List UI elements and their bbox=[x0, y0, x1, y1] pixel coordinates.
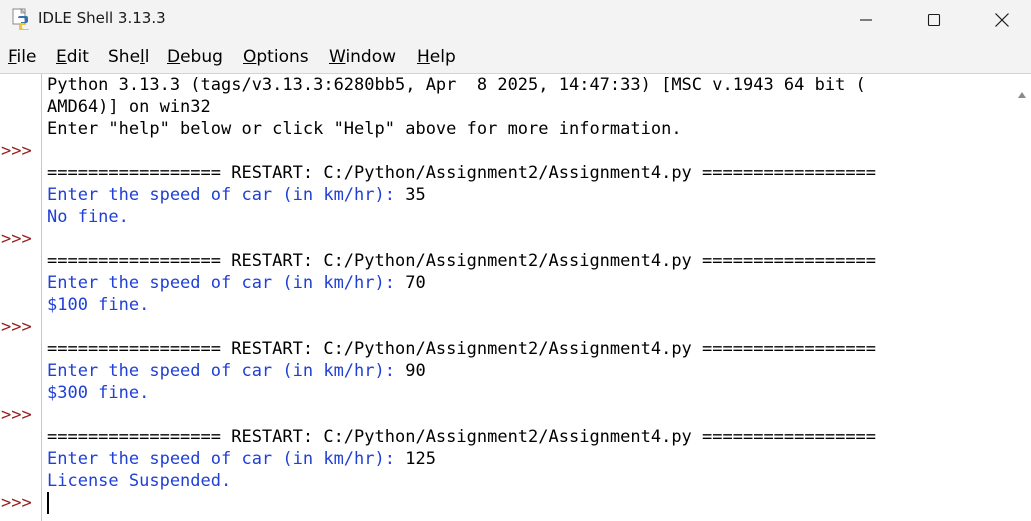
menu-shell[interactable]: Shell bbox=[108, 47, 150, 67]
restart-line: ================= RESTART: C:/Python/Ass… bbox=[47, 251, 877, 271]
close-button[interactable] bbox=[967, 0, 1031, 40]
title-bar[interactable]: IDLE Shell 3.13.3 bbox=[0, 0, 1031, 40]
shell-prompt: >>> bbox=[1, 141, 32, 161]
shell-text-area[interactable]: Python 3.13.3 (tags/v3.13.3:6280bb5, Apr… bbox=[47, 74, 1011, 521]
banner-line: Enter "help" below or click "Help" above… bbox=[47, 119, 682, 139]
shell-prompt: >>> bbox=[1, 317, 32, 337]
output-line: $300 fine. bbox=[47, 383, 150, 403]
menu-debug[interactable]: Debug bbox=[167, 47, 223, 67]
prompt-gutter: >>> >>> >>> >>> >>> bbox=[0, 74, 42, 521]
menu-window[interactable]: Window bbox=[329, 47, 396, 67]
idle-shell-window: IDLE Shell 3.13.3 File Edit Shell Debug … bbox=[0, 0, 1031, 521]
input-prompt-line: Enter the speed of car (in km/hr): 70 bbox=[47, 273, 426, 293]
input-prompt-line: Enter the speed of car (in km/hr): 125 bbox=[47, 449, 436, 469]
shell-prompt: >>> bbox=[1, 405, 32, 425]
banner-line: AMD64)] on win32 bbox=[47, 97, 211, 117]
shell-content[interactable]: >>> >>> >>> >>> >>> Python 3.13.3 (tags/… bbox=[0, 74, 1031, 521]
user-input: 125 bbox=[405, 449, 436, 469]
input-prompt-line: Enter the speed of car (in km/hr): 90 bbox=[47, 361, 426, 381]
minimize-icon bbox=[859, 13, 873, 27]
menu-file[interactable]: File bbox=[8, 47, 36, 67]
output-line: License Suspended. bbox=[47, 471, 232, 491]
user-input: 35 bbox=[405, 185, 426, 205]
minimize-button[interactable] bbox=[831, 0, 901, 40]
scroll-up-arrow-icon[interactable] bbox=[1017, 84, 1027, 103]
menu-edit[interactable]: Edit bbox=[56, 47, 89, 67]
window-title: IDLE Shell 3.13.3 bbox=[38, 9, 166, 27]
user-input: 90 bbox=[405, 361, 426, 381]
python-logo-icon bbox=[10, 8, 32, 31]
output-line: No fine. bbox=[47, 207, 129, 227]
maximize-button[interactable] bbox=[899, 0, 969, 40]
input-prompt-line: Enter the speed of car (in km/hr): 35 bbox=[47, 185, 426, 205]
shell-prompt: >>> bbox=[1, 229, 32, 249]
user-input: 70 bbox=[405, 273, 426, 293]
restart-line: ================= RESTART: C:/Python/Ass… bbox=[47, 163, 877, 183]
shell-prompt: >>> bbox=[1, 493, 32, 513]
output-line: $100 fine. bbox=[47, 295, 150, 315]
menu-help[interactable]: Help bbox=[417, 47, 456, 67]
vertical-scrollbar[interactable] bbox=[1013, 74, 1031, 521]
restart-line: ================= RESTART: C:/Python/Ass… bbox=[47, 339, 877, 359]
menu-options[interactable]: Options bbox=[243, 47, 309, 67]
restart-line: ================= RESTART: C:/Python/Ass… bbox=[47, 427, 877, 447]
close-icon bbox=[994, 12, 1010, 28]
maximize-icon bbox=[927, 13, 941, 27]
text-cursor bbox=[47, 492, 49, 514]
menu-bar: File Edit Shell Debug Options Window Hel… bbox=[0, 40, 1031, 74]
banner-line: Python 3.13.3 (tags/v3.13.3:6280bb5, Apr… bbox=[47, 75, 866, 95]
